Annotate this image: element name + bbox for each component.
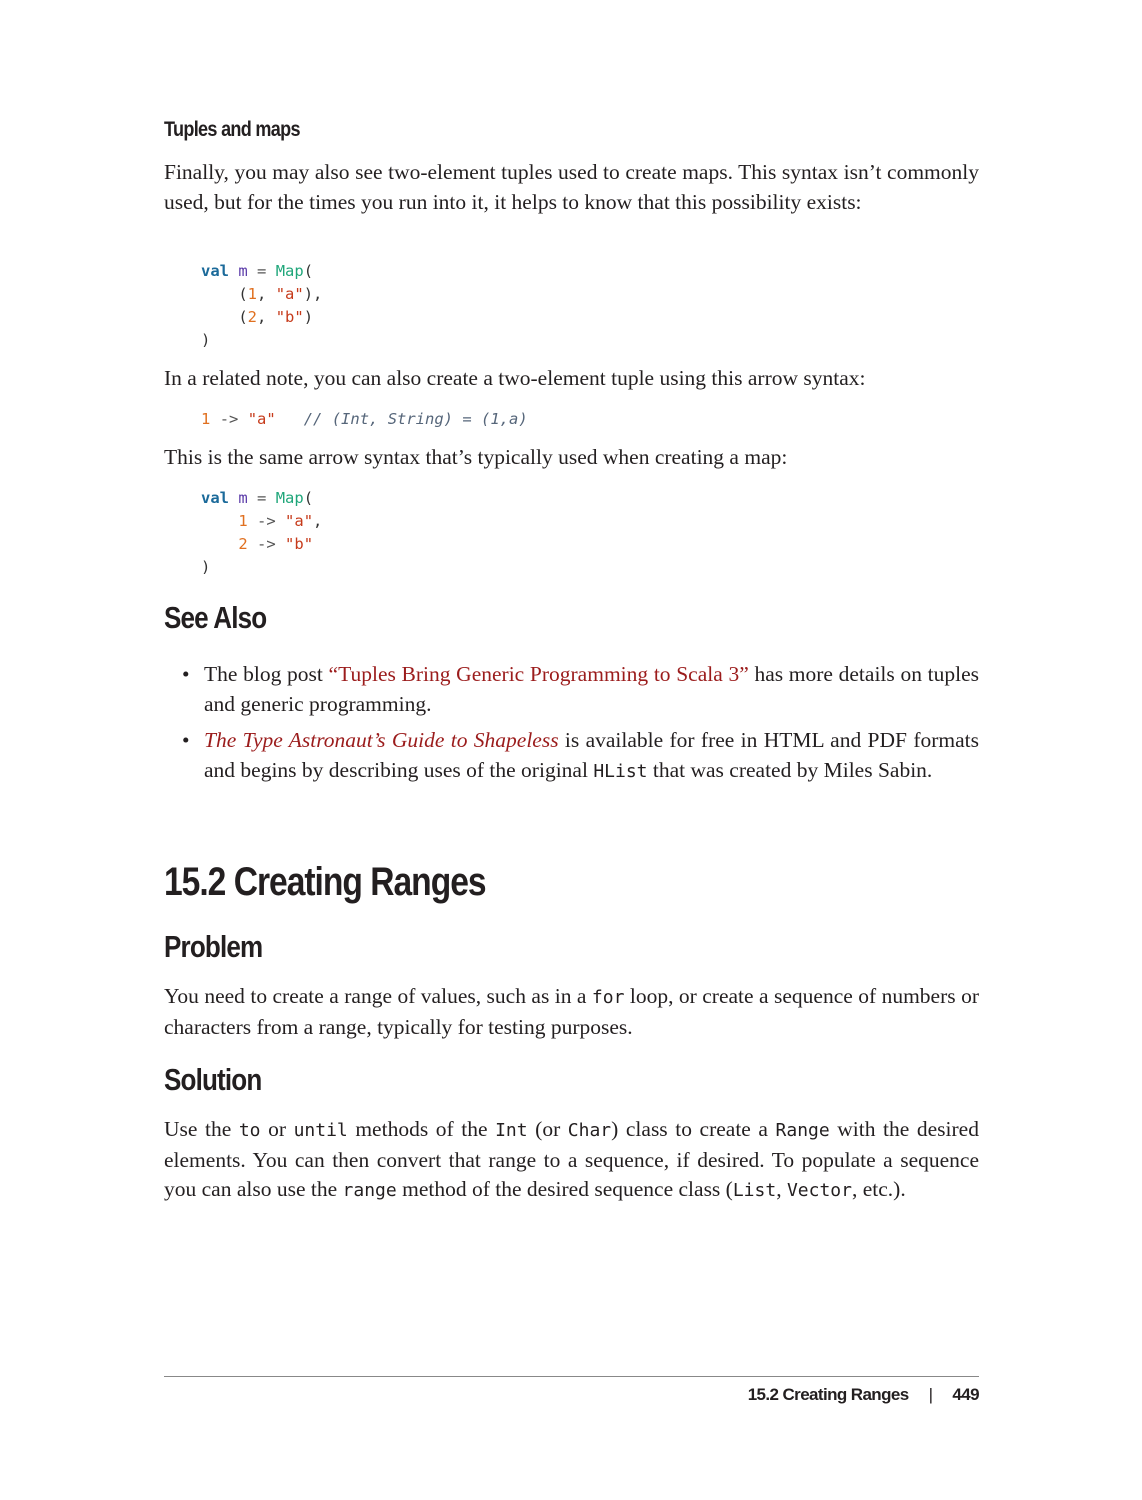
inline-code: List — [732, 1180, 777, 1201]
code-paren: ( — [303, 489, 314, 507]
code-punct: ) — [303, 308, 314, 326]
inline-code: HList — [593, 760, 648, 782]
paragraph-tuples-maps: Finally, you may also see two-element tu… — [164, 160, 979, 214]
solution-paragraph: Use the to or until methods of the Int (… — [164, 1115, 979, 1206]
see-also-heading: See Also — [164, 600, 267, 635]
text: , etc.). — [851, 1177, 906, 1201]
code-number: 1 — [247, 285, 258, 303]
inline-code: Vector — [786, 1180, 852, 1201]
code-block-map-arrows: val m = Map( 1 -> "a", 2 -> "b" ) — [201, 487, 322, 579]
text: methods of the — [347, 1117, 496, 1141]
code-operator: = — [257, 489, 267, 507]
problem-paragraph: You need to create a range of values, su… — [164, 982, 979, 1042]
inline-code: range — [342, 1180, 397, 1201]
inline-code: Range — [775, 1120, 830, 1141]
inline-code: to — [238, 1120, 261, 1141]
code-string: "b" — [275, 308, 304, 326]
footer-divider — [164, 1376, 979, 1377]
text: ) class to create a — [611, 1117, 776, 1141]
code-keyword: val — [201, 489, 229, 507]
code-number: 1 — [238, 512, 248, 530]
see-also-list: • The blog post “Tuples Bring Generic Pr… — [164, 660, 979, 793]
text: You need to create a range of values, su… — [164, 984, 592, 1008]
problem-heading: Problem — [164, 929, 263, 964]
page-number: 449 — [952, 1385, 979, 1404]
text: , — [776, 1177, 787, 1201]
code-variable: m — [238, 489, 248, 507]
inline-code: for — [591, 987, 625, 1008]
code-paren: ( — [303, 262, 314, 280]
code-operator: -> — [257, 535, 276, 553]
list-item: • The Type Astronaut’s Guide to Shapeles… — [164, 726, 979, 786]
code-punct: , — [313, 512, 323, 530]
code-comment: // (Int, String) = (1,a) — [303, 410, 528, 428]
code-string: "a" — [247, 410, 276, 428]
code-operator: -> — [219, 410, 239, 428]
code-paren: ) — [201, 558, 211, 576]
footer-separator: | — [928, 1385, 933, 1404]
page-footer: 15.2 Creating Ranges | 449 — [747, 1385, 980, 1405]
code-operator: -> — [257, 512, 276, 530]
bullet-icon: • — [182, 728, 190, 752]
text: (or — [527, 1117, 568, 1141]
code-string: "a" — [275, 285, 304, 303]
subsection-title: Tuples and maps — [164, 118, 301, 141]
inline-code: until — [293, 1120, 348, 1141]
shapeless-guide-link[interactable]: The Type Astronaut’s Guide to Shapeless — [204, 728, 559, 752]
code-block-arrow-tuple: 1 -> "a" // (Int, String) = (1,a) — [201, 408, 528, 431]
text: method of the desired sequence class ( — [396, 1177, 733, 1201]
solution-heading: Solution — [164, 1062, 262, 1097]
inline-code: Int — [495, 1120, 528, 1141]
code-string: "a" — [285, 512, 314, 530]
paragraph-arrow-syntax: In a related note, you can also create a… — [164, 366, 866, 390]
section-title: 15.2 Creating Ranges — [164, 860, 487, 904]
code-number: 2 — [247, 308, 258, 326]
code-punct: ), — [303, 285, 323, 303]
code-string: "b" — [285, 535, 314, 553]
inline-code: Char — [567, 1120, 612, 1141]
list-item-text: The blog post — [204, 662, 329, 686]
running-head: 15.2 Creating Ranges — [747, 1385, 910, 1404]
text: or — [260, 1117, 294, 1141]
code-operator: = — [257, 262, 267, 280]
code-class: Map — [275, 262, 304, 280]
blog-post-link[interactable]: “Tuples Bring Generic Programming to Sca… — [329, 662, 749, 686]
code-variable: m — [238, 262, 248, 280]
code-class: Map — [275, 489, 304, 507]
code-paren: ) — [201, 331, 211, 349]
list-item-text: that was created by Miles Sabin. — [647, 757, 933, 782]
list-item: • The blog post “Tuples Bring Generic Pr… — [164, 660, 979, 719]
paragraph-map-arrow: This is the same arrow syntax that’s typ… — [164, 445, 788, 469]
code-number: 1 — [201, 410, 211, 428]
code-block-map-tuples: val m = Map( (1, "a"), (2, "b") ) — [201, 262, 323, 349]
code-number: 2 — [238, 535, 248, 553]
bullet-icon: • — [182, 662, 190, 686]
text: Use the — [164, 1117, 239, 1141]
code-keyword: val — [201, 262, 229, 280]
